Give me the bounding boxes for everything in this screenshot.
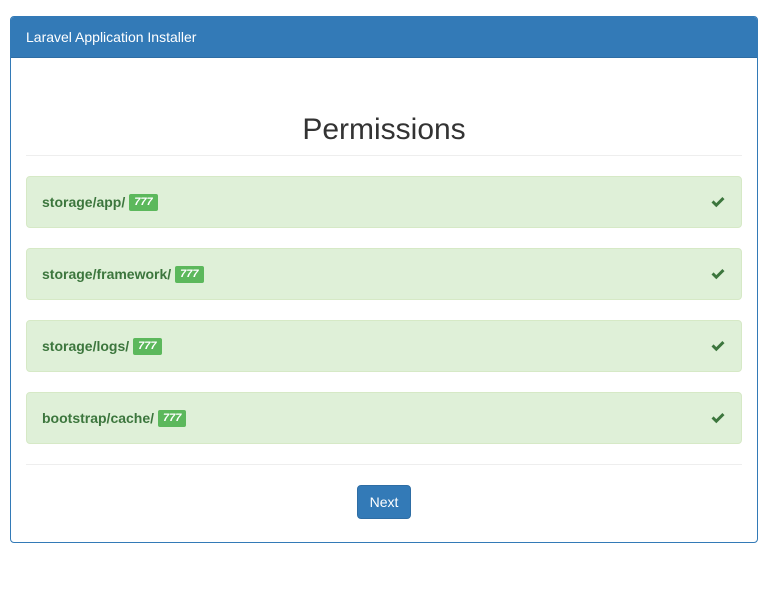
permission-item-storage-app: storage/app/ 777 [26, 176, 742, 228]
page-title: Permissions [302, 113, 466, 146]
permission-folder: bootstrap/cache/ [42, 410, 155, 426]
permission-badge: 777 [129, 193, 158, 211]
permission-badge: 777 [133, 337, 162, 355]
permission-badge: 777 [175, 265, 204, 283]
check-icon [711, 269, 725, 280]
permission-item-storage-framework: storage/framework/ 777 [26, 248, 742, 300]
panel-body: Permissions storage/app/ 777 storage/fra… [11, 58, 757, 519]
permission-item-storage-logs: storage/logs/ 777 [26, 320, 742, 372]
check-icon [711, 341, 725, 352]
permission-folder: storage/app/ [42, 194, 126, 210]
panel-heading: Laravel Application Installer [11, 17, 757, 58]
installer-panel: Laravel Application Installer Permission… [10, 16, 758, 543]
title-divider [26, 155, 742, 156]
actions-bar: Next [26, 465, 742, 519]
check-icon [711, 197, 725, 208]
permissions-list: storage/app/ 777 storage/framework/ 777 [26, 176, 742, 444]
next-button[interactable]: Next [356, 485, 412, 519]
permission-item-bootstrap-cache: bootstrap/cache/ 777 [26, 392, 742, 444]
permission-folder: storage/logs/ [42, 338, 130, 354]
permission-badge: 777 [158, 409, 187, 427]
permission-folder: storage/framework/ [42, 266, 172, 282]
check-icon [711, 413, 725, 424]
